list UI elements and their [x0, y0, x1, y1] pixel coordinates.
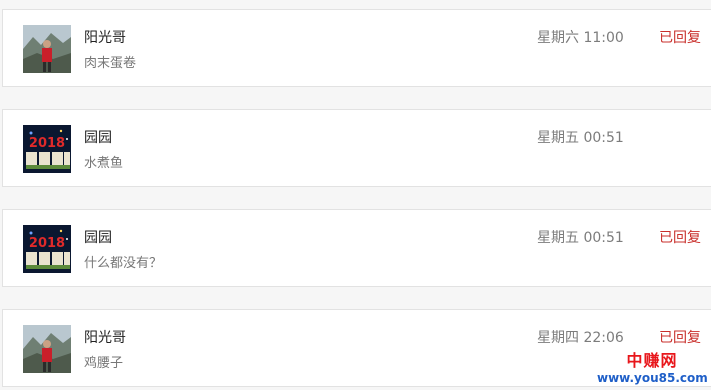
reply-status: 已回复	[659, 230, 701, 246]
message-preview: 水煮鱼	[84, 156, 124, 171]
message-preview: 什么都没有？	[84, 256, 163, 271]
reply-status: 已回复	[659, 30, 701, 46]
conversation-item[interactable]: 2018 园园 水煮鱼 星期五 00:51	[2, 109, 711, 187]
avatar[interactable]	[23, 325, 71, 373]
svg-text:2018: 2018	[29, 236, 65, 251]
watermark-url: www.you85.com	[597, 371, 708, 385]
message-preview: 肉末蛋卷	[84, 56, 137, 71]
watermark-name: 中赚网	[626, 351, 678, 370]
contact-name: 阳光哥	[84, 30, 126, 46]
message-time: 星期六 11:00	[537, 30, 624, 46]
contact-name: 园园	[84, 130, 112, 146]
site-watermark: 中赚网 www.you85.com	[597, 351, 708, 388]
message-preview: 鸡腰子	[84, 356, 124, 371]
conversation-item[interactable]: 2018 园园 什么都没有？ 星期五 00:51 已回复	[2, 209, 711, 287]
avatar[interactable]: 2018	[23, 225, 71, 273]
message-time: 星期五 00:51	[537, 130, 624, 146]
conversation-item[interactable]: 阳光哥 肉末蛋卷 星期六 11:00 已回复	[2, 9, 711, 87]
contact-name: 园园	[84, 230, 112, 246]
message-time: 星期五 00:51	[537, 230, 624, 246]
message-time: 星期四 22:06	[537, 330, 624, 346]
avatar[interactable]: 2018	[23, 125, 71, 173]
reply-status: 已回复	[659, 330, 701, 346]
contact-name: 阳光哥	[84, 330, 126, 346]
svg-text:2018: 2018	[29, 136, 65, 151]
avatar[interactable]	[23, 25, 71, 73]
